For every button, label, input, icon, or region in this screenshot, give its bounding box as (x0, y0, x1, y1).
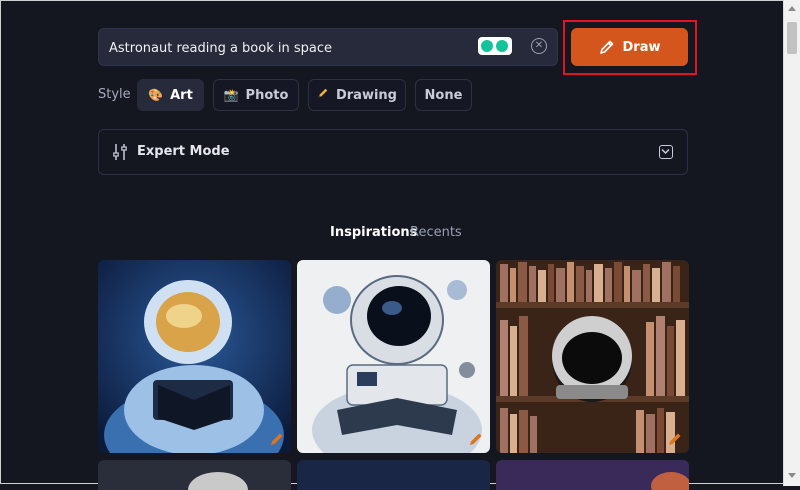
style-option-art[interactable]: 🎨 Art (137, 79, 204, 111)
clear-input-button[interactable]: ✕ (531, 38, 547, 54)
draw-button[interactable]: Draw (571, 28, 688, 66)
style-option-photo[interactable]: 📸 Photo (213, 79, 299, 111)
grammarly-badge-icon[interactable] (478, 37, 512, 55)
style-label: Style (98, 87, 131, 102)
grammarly-g-icon (496, 40, 508, 52)
edit-icon[interactable] (269, 431, 285, 447)
prompt-input[interactable] (109, 37, 469, 59)
style-option-label: Drawing (335, 87, 397, 103)
gallery-image-astronaut-art[interactable] (98, 260, 291, 453)
camera-icon: 📸 (223, 88, 239, 102)
grammarly-dot-icon (481, 40, 493, 52)
vertical-scrollbar[interactable] (783, 0, 800, 486)
scroll-up-icon[interactable] (788, 6, 796, 11)
scrollbar-thumb[interactable] (787, 22, 797, 54)
expert-mode-label: Expert Mode (137, 144, 230, 159)
style-option-label: Art (170, 87, 193, 103)
scroll-down-icon[interactable] (788, 473, 796, 478)
pencil-icon (317, 87, 329, 103)
edit-icon[interactable] (468, 431, 484, 447)
style-option-none[interactable]: None (415, 79, 472, 111)
palette-icon: 🎨 (148, 88, 164, 102)
tab-recents[interactable]: Recents (410, 225, 462, 241)
gallery-image-astronaut-sketch[interactable] (297, 260, 490, 453)
close-icon: ✕ (534, 40, 544, 51)
gallery-image-helmet-bookshelf[interactable] (496, 260, 689, 453)
style-option-label: None (424, 87, 463, 103)
draw-button-label: Draw (622, 39, 661, 55)
sliders-icon (113, 143, 127, 165)
style-option-label: Photo (245, 87, 289, 103)
edit-icon[interactable] (667, 431, 683, 447)
expert-mode-toggle[interactable]: Expert Mode (98, 129, 688, 175)
style-option-drawing[interactable]: Drawing (308, 79, 406, 111)
tab-inspirations[interactable]: Inspirations (330, 225, 417, 241)
pencil-icon (599, 39, 615, 55)
chevron-down-icon[interactable] (659, 145, 673, 159)
